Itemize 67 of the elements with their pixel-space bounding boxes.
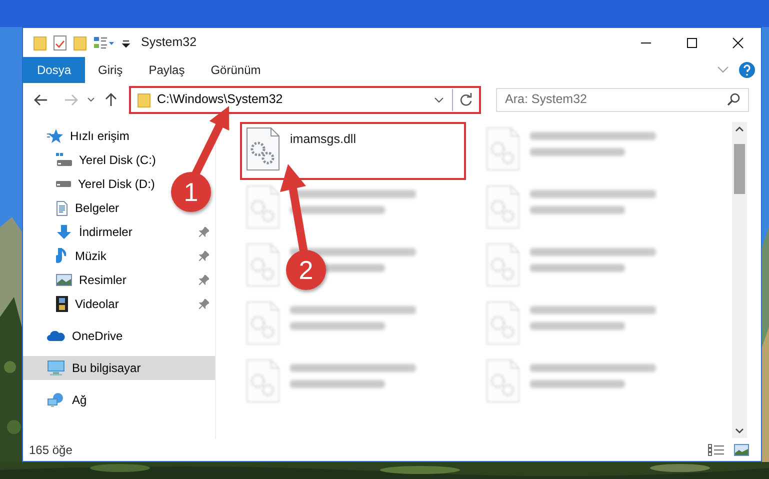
ribbon-tab[interactable]: Giriş [85,57,136,83]
file-gear-icon [246,185,280,229]
scroll-down-icon[interactable] [735,428,744,434]
file-gear-icon [486,185,520,229]
minimize-icon[interactable] [640,42,652,44]
properties-icon[interactable] [93,34,115,50]
scroll-thumb[interactable] [734,144,745,194]
window-title: System32 [141,34,197,52]
caret-icon[interactable] [87,96,95,102]
sidebar-item[interactable]: OneDrive [23,324,129,348]
file-name: imamsgs.dll [290,131,356,148]
drive-icon [56,153,72,167]
sidebar-item[interactable]: Belgeler [23,196,126,220]
ribbon-tab[interactable]: Dosya [23,57,86,83]
search-box[interactable]: Ara: System32 [496,88,749,112]
pin-icon[interactable] [199,275,209,285]
sidebar-item[interactable]: Bu bilgisayar [23,356,215,380]
download-icon [56,224,72,240]
file-gear-icon [246,359,280,403]
refresh-icon[interactable] [459,92,473,106]
file-item[interactable]: imamsgs.dll [240,122,466,180]
sidebar-item[interactable]: Ağ [23,388,93,412]
dropdown-icon[interactable] [434,96,444,104]
sidebar-item[interactable]: İndirmeler [23,220,215,244]
item-count: 165 öğe [29,442,72,459]
help-icon[interactable] [739,62,755,78]
checklist-icon[interactable] [53,34,67,50]
ribbon-tab[interactable]: Görünüm [198,57,274,83]
close-icon[interactable] [732,36,744,48]
music-note-icon [56,248,68,264]
address-field[interactable]: C:\Windows\System32 [155,90,434,109]
up-arrow-icon[interactable] [105,92,117,106]
large-icons-view-icon[interactable] [734,444,749,456]
computer-icon [47,360,65,376]
file-gear-icon [486,127,520,171]
film-icon [56,296,68,312]
file-gear-icon [486,359,520,403]
file-gear-icon [486,301,520,345]
cloud-icon [47,331,65,341]
drive-icon [56,181,71,187]
scrollbar[interactable] [732,122,747,438]
file-gear-icon [486,243,520,287]
network-icon [47,392,65,408]
sidebar-item[interactable]: Müzik [23,244,215,268]
address-bar[interactable]: C:\Windows\System32 [129,86,481,114]
sidebar-item[interactable]: Resimler [23,268,215,292]
pin-icon[interactable] [199,251,209,261]
sidebar-item[interactable]: Yerel Disk (D:) [23,172,161,196]
folder-icon [137,92,151,108]
sidebar-item[interactable]: Yerel Disk (C:) [23,148,162,172]
pin-icon[interactable] [199,299,209,309]
expand-ribbon-icon[interactable] [717,66,729,74]
search-icon[interactable] [727,93,740,106]
maximize-icon[interactable] [686,36,698,48]
pin-icon[interactable] [199,227,209,237]
picture-icon [56,274,72,286]
quick-access-icon [47,128,63,144]
sidebar-item[interactable]: Hızlı erişim [23,124,136,148]
file-gear-icon [246,301,280,345]
document-icon [56,200,68,216]
back-arrow-icon[interactable] [34,94,48,106]
ribbon-tab[interactable]: Paylaş [136,57,198,83]
sidebar-item[interactable]: Videolar [23,292,215,316]
details-view-icon[interactable] [708,444,724,456]
scroll-up-icon[interactable] [735,126,744,132]
file-gear-icon [246,243,280,287]
file-gear-icon [246,127,280,171]
